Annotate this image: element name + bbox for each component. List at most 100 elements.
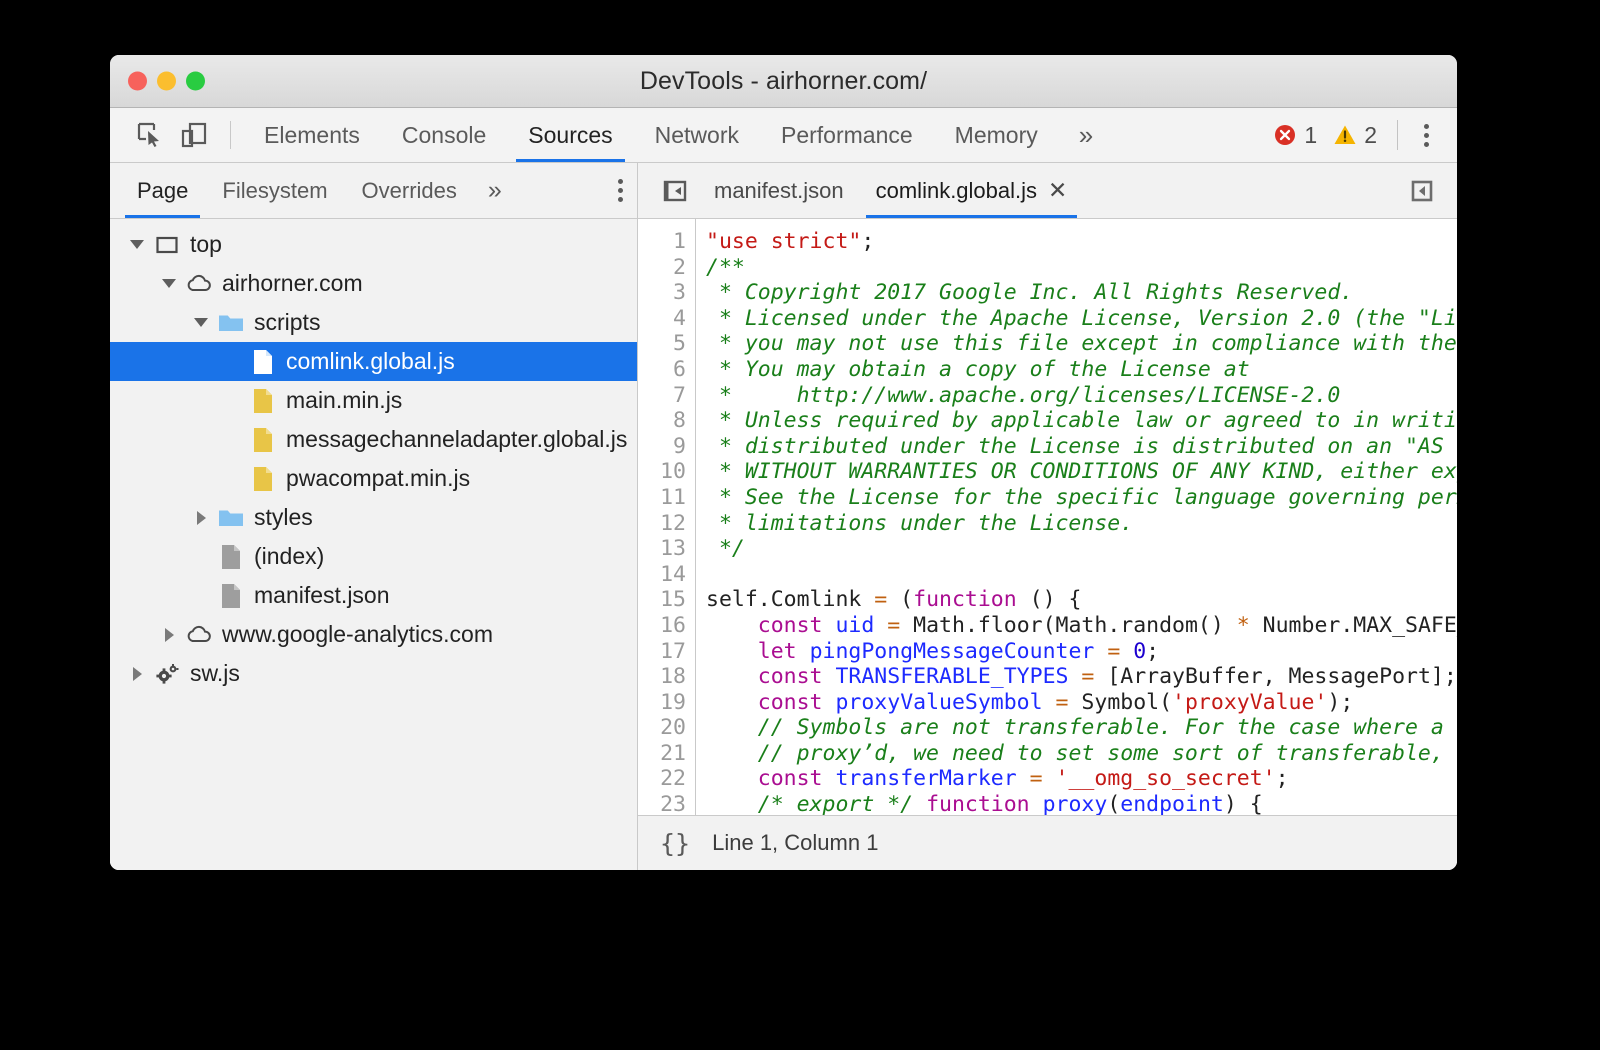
twisty-collapsed-icon[interactable] [188,511,214,525]
pretty-print-icon[interactable]: {} [660,829,690,858]
line-number: 15 [638,587,686,613]
code-line: let pingPongMessageCounter = 0; [706,639,1457,665]
tree-item-sw-js[interactable]: sw.js [110,654,637,693]
close-window-button[interactable] [128,72,147,91]
tree-item-www-google-analytics-com[interactable]: www.google-analytics.com [110,615,637,654]
navigator-tab-list: Page Filesystem Overrides » [110,163,637,219]
code-line: * limitations under the License. [706,511,1457,537]
code-line: /* export */ function proxy(endpoint) { [706,792,1457,815]
show-navigator-icon[interactable] [652,163,698,218]
line-number: 22 [638,766,686,792]
file-js-icon [246,427,280,453]
tree-item-scripts[interactable]: scripts [110,303,637,342]
tree-item-label: airhorner.com [216,270,363,297]
tab-performance[interactable]: Performance [760,108,934,162]
tree-item-styles[interactable]: styles [110,498,637,537]
line-number: 9 [638,434,686,460]
code-token-pln [874,613,887,638]
line-number: 13 [638,536,686,562]
sidebar-tab-overrides[interactable]: Overrides [345,163,474,218]
twisty-expanded-icon[interactable] [124,240,150,249]
code-token-cmt: * Copyright 2017 Google Inc. All Rights … [706,280,1353,305]
tree-item-label: styles [248,504,313,531]
tree-item-label: (index) [248,543,324,570]
tab-network[interactable]: Network [634,108,760,162]
collapse-sidebar-icon[interactable] [1399,178,1445,204]
code-token-pln [1120,639,1133,664]
code-line: * you may not use this file except in co… [706,331,1457,357]
twisty-collapsed-icon[interactable] [156,628,182,642]
tab-memory[interactable]: Memory [934,108,1059,162]
code-token-num: 0 [1133,639,1146,664]
source-code[interactable]: "use strict";/** * Copyright 2017 Google… [696,219,1457,815]
tree-item-index[interactable]: (index) [110,537,637,576]
code-token-id: proxy [1043,792,1108,815]
line-number: 18 [638,664,686,690]
warning-badge[interactable]: 2 [1325,122,1385,149]
code-token-op: = [887,613,900,638]
panel-overflow-chevron-icon[interactable]: » [1059,108,1113,162]
editor-status-bar: {} Line 1, Column 1 [638,815,1457,870]
close-tab-icon[interactable]: ✕ [1048,179,1067,202]
code-line: */ [706,536,1457,562]
code-token-pln: Symbol( [1068,690,1172,715]
editor-tab-manifest-json-label: manifest.json [714,178,844,204]
tree-item-main-min-js[interactable]: main.min.js [110,381,637,420]
minimize-window-button[interactable] [157,72,176,91]
maximize-window-button[interactable] [186,72,205,91]
tree-item-manifest-json[interactable]: manifest.json [110,576,637,615]
error-badge[interactable]: 1 [1265,122,1325,149]
code-token-pln [797,639,810,664]
tab-sources[interactable]: Sources [507,108,633,162]
code-line: // proxy’d, we need to set some sort of … [706,741,1457,767]
sidebar-tab-page[interactable]: Page [120,163,205,218]
traffic-lights [128,72,205,91]
tree-item-label: sw.js [184,660,240,687]
tree-item-top[interactable]: top [110,225,637,264]
code-token-pln: ; [1146,639,1159,664]
sidebar-menu-kebab-wrap [604,163,637,218]
code-token-kw: const [758,664,823,689]
code-token-cmt: * See the License for the specific langu… [706,485,1457,510]
line-number: 11 [638,485,686,511]
sidebar-overflow-chevron-icon[interactable]: » [474,163,516,218]
editor-tabs-right-group [1399,163,1457,218]
sidebar-menu-kebab-icon[interactable] [604,179,637,202]
tab-console[interactable]: Console [381,108,507,162]
editor-tab-comlink-global-js[interactable]: comlink.global.js ✕ [860,163,1084,218]
editor-tab-manifest-json[interactable]: manifest.json [698,163,860,218]
code-token-id: endpoint [1120,792,1224,815]
sidebar-tab-filesystem[interactable]: Filesystem [205,163,344,218]
tree-item-comlink-global-js[interactable]: comlink.global.js [110,342,637,381]
code-token-op: = [1030,766,1043,791]
sidebar-tab-overrides-label: Overrides [362,178,457,204]
tree-item-messagechanneladapter-global-js[interactable]: messagechanneladapter.global.js [110,420,637,459]
code-token-pln [1043,766,1056,791]
twisty-expanded-icon[interactable] [188,318,214,327]
cursor-position: Line 1, Column 1 [712,830,878,856]
code-token-pln [706,613,758,638]
inspect-element-icon[interactable] [128,108,172,162]
sidebar-overflow-label: » [488,176,502,205]
code-line: "use strict"; [706,229,1457,255]
error-count: 1 [1304,122,1317,149]
tree-item-pwacompat-min-js[interactable]: pwacompat.min.js [110,459,637,498]
toolbar-divider [230,121,231,149]
code-token-cmt: // proxy’d, we need to set some sort of … [758,741,1457,766]
line-number: 14 [638,562,686,588]
code-token-id: uid [835,613,874,638]
twisty-collapsed-icon[interactable] [124,667,150,681]
line-number: 8 [638,408,686,434]
line-number: 23 [638,792,686,815]
line-number: 7 [638,383,686,409]
code-line: const uid = Math.floor(Math.random() * N… [706,613,1457,639]
twisty-expanded-icon[interactable] [156,279,182,288]
main-menu-kebab-icon[interactable] [1410,124,1443,147]
code-token-cmt: * limitations under the License. [706,511,1133,536]
code-viewer[interactable]: 123456789101112131415161718192021222324 … [638,219,1457,815]
tab-elements[interactable]: Elements [243,108,381,162]
code-token-pln: ; [1276,766,1289,791]
code-token-op: = [1056,690,1069,715]
tree-item-airhorner-com[interactable]: airhorner.com [110,264,637,303]
device-toolbar-icon[interactable] [172,108,216,162]
